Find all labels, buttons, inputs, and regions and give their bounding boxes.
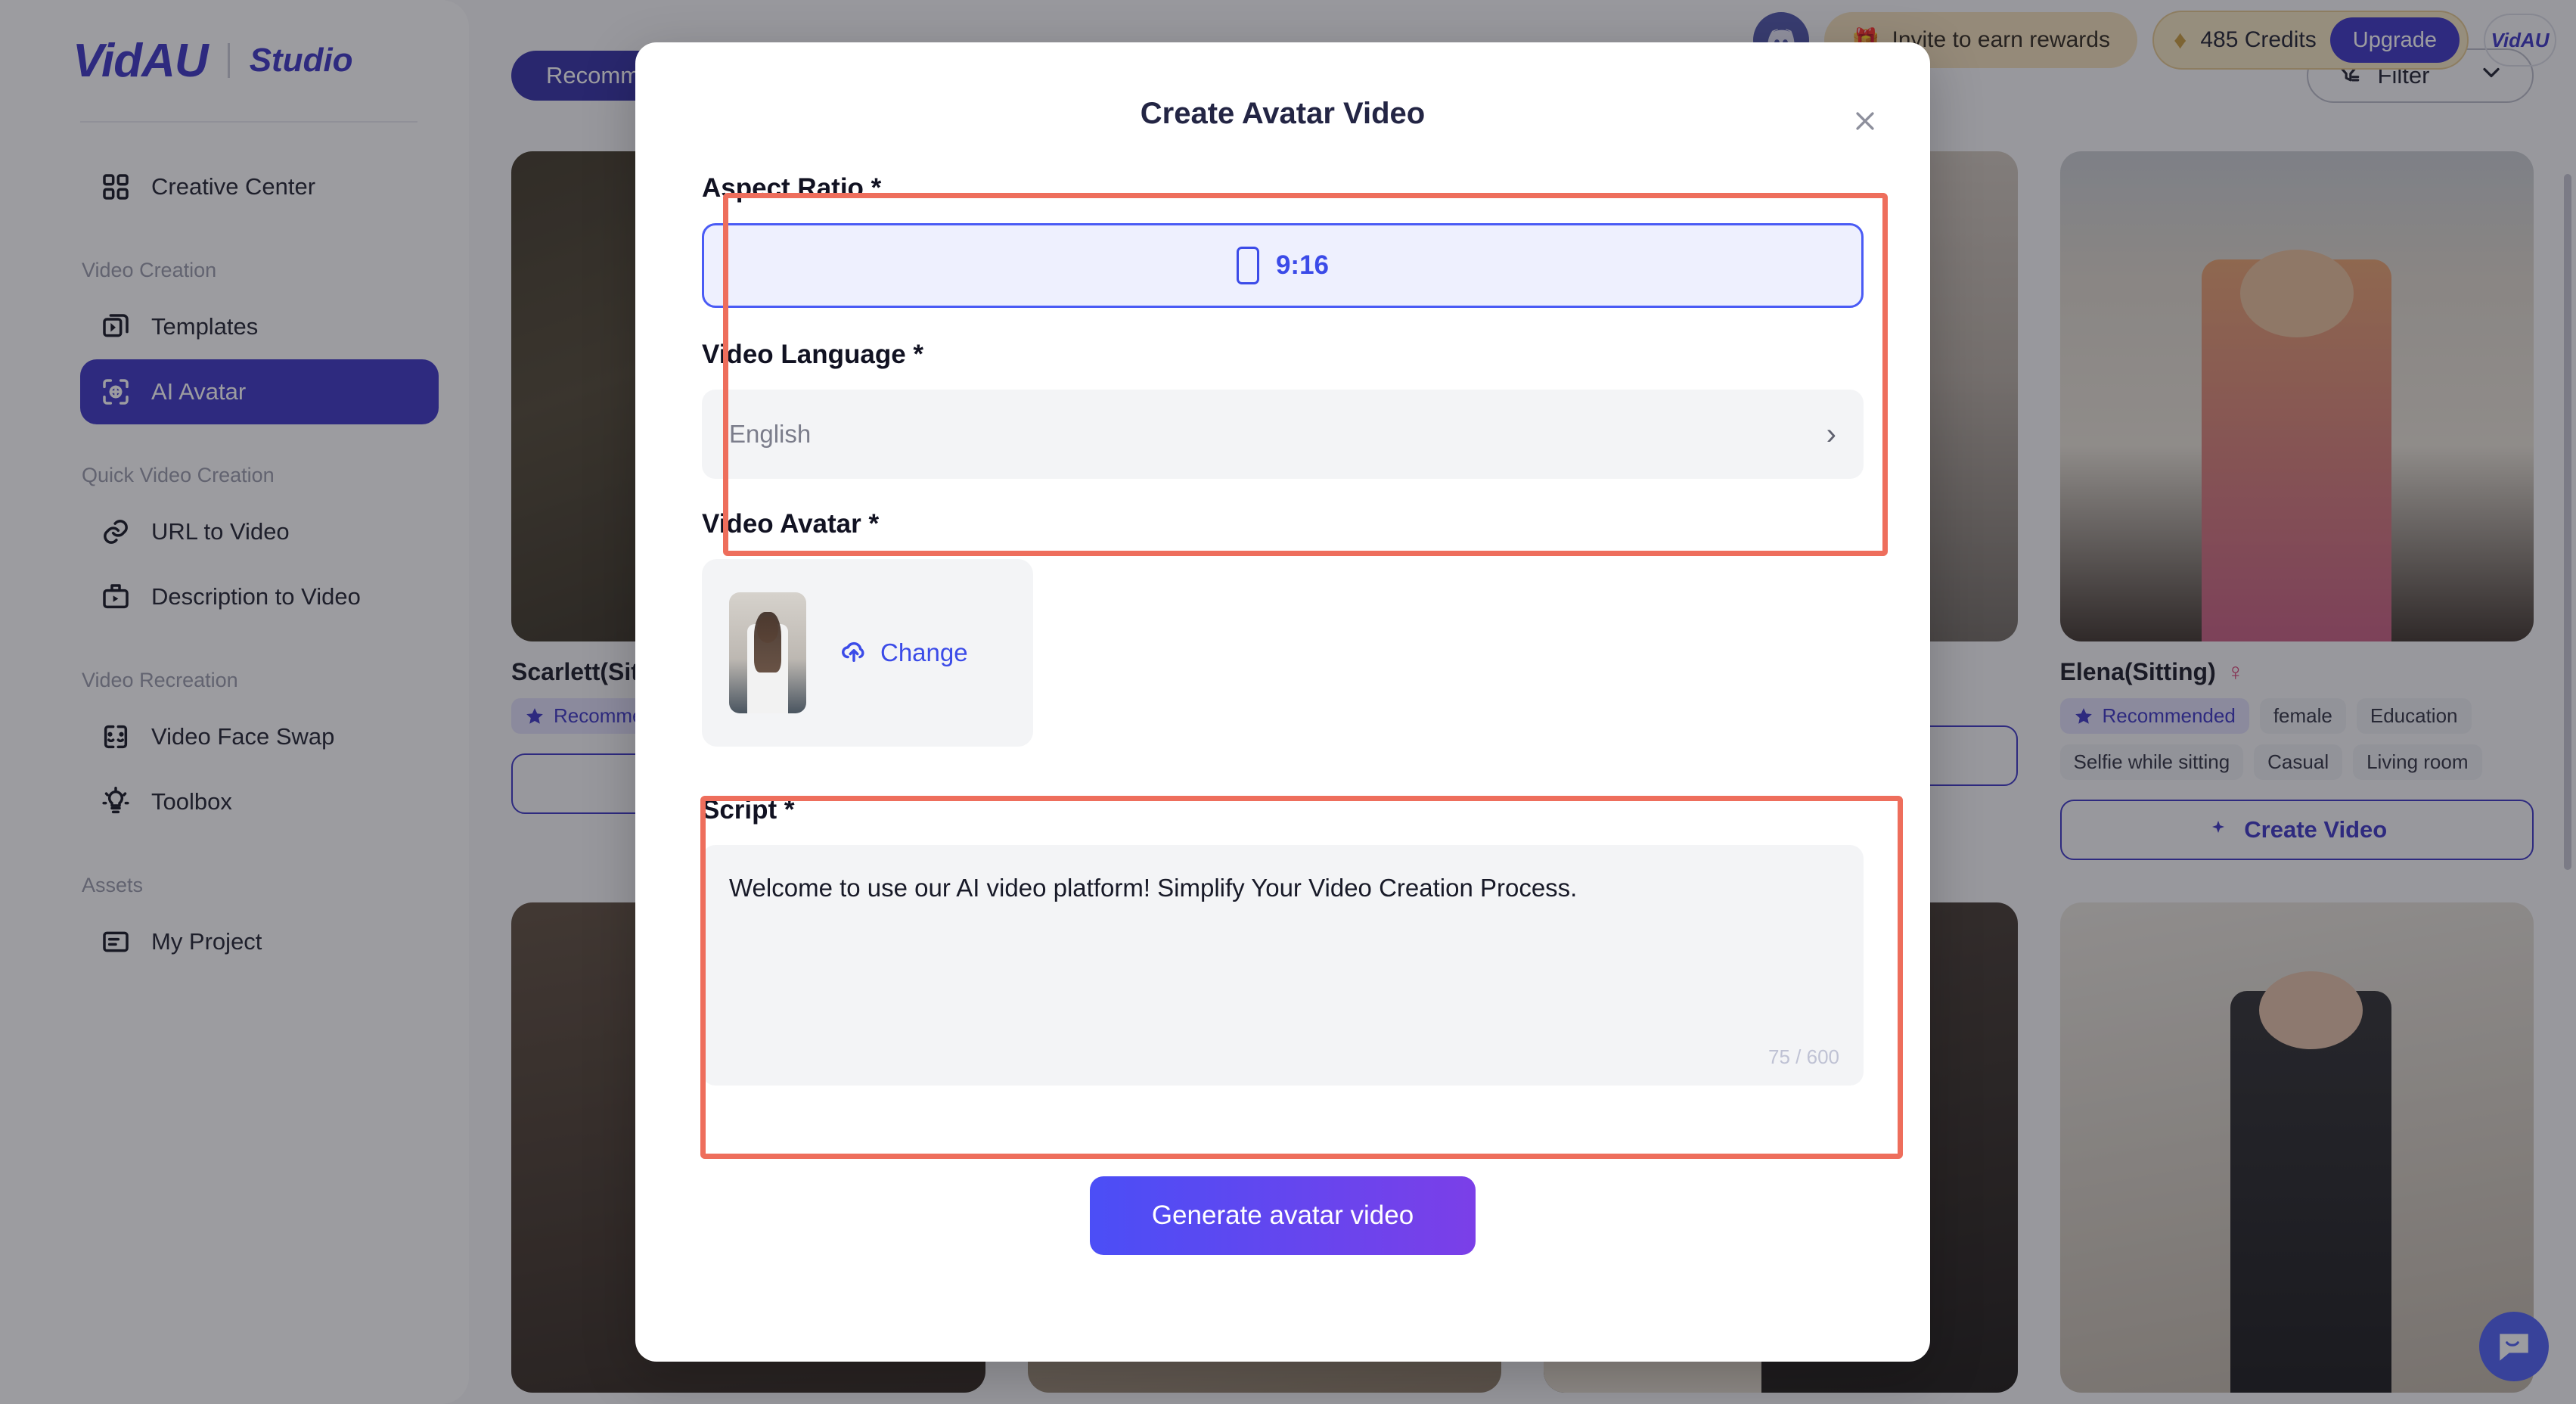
video-avatar-selector[interactable]: Change <box>702 559 1033 747</box>
change-avatar-button[interactable]: Change <box>840 635 968 670</box>
video-language-select[interactable]: English › <box>702 390 1864 479</box>
chevron-right-icon: › <box>1826 418 1836 451</box>
video-avatar-label: Video Avatar * <box>702 509 880 539</box>
selected-avatar-thumbnail <box>729 592 806 713</box>
video-language-value: English <box>729 420 812 448</box>
modal-title: Create Avatar Video <box>1140 97 1426 130</box>
aspect-ratio-option-9-16[interactable]: 9:16 <box>702 223 1864 308</box>
script-value: Welcome to use our AI video platform! Si… <box>729 874 1578 902</box>
aspect-ratio-value: 9:16 <box>1275 250 1330 280</box>
aspect-ratio-label: Aspect Ratio * <box>702 173 882 203</box>
script-label: Script * <box>702 795 795 825</box>
create-avatar-video-modal: Create Avatar Video Aspect Ratio * 9:16 … <box>635 42 1930 1362</box>
close-icon <box>1856 112 1874 130</box>
change-label: Change <box>880 638 968 666</box>
script-character-counter: 75 / 600 <box>1768 1045 1839 1068</box>
portrait-frame-icon <box>1236 247 1259 284</box>
generate-avatar-video-button[interactable]: Generate avatar video <box>1090 1176 1476 1255</box>
script-textarea[interactable]: Welcome to use our AI video platform! Si… <box>702 845 1864 1086</box>
modal-footer: Generate avatar video <box>702 1176 1864 1255</box>
modal-body: Aspect Ratio * 9:16 Video Language * Eng… <box>635 131 1930 1255</box>
upload-cloud-icon <box>840 635 868 670</box>
video-language-label: Video Language * <box>702 340 924 369</box>
